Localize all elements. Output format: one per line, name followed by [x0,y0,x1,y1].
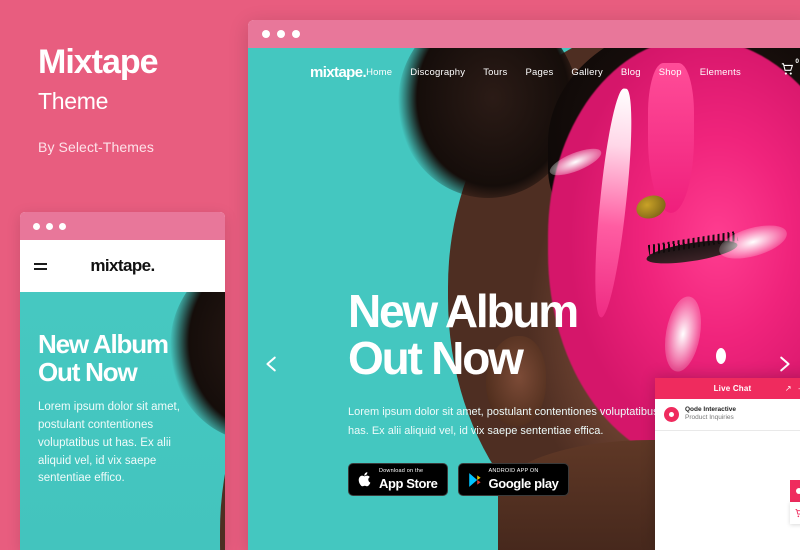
mobile-site-logo[interactable]: mixtape. [20,256,225,276]
nav-item-blog[interactable]: Blog [621,61,641,84]
mobile-hero-paragraph: Lorem ipsum dolor sit amet, postulant co… [38,401,180,485]
nav-item-discography[interactable]: Discography [410,61,465,84]
hero-app-badges: Download on the App Store ANDROID APP ON… [348,463,678,496]
promo-subtitle: Theme [38,87,109,114]
chevron-left-icon[interactable] [261,353,283,375]
live-chat-contact-row[interactable]: Qode Interactive Product Inquiries [655,399,800,431]
mobile-preview-window: mixtape. New Album Out Now Lorem ipsum d… [20,212,225,550]
hero-paragraph: Lorem ipsum dolor sit amet, postulant co… [348,405,659,437]
mobile-headline-line2: Out Now [38,357,138,388]
live-chat-actions: ↗ – [785,384,800,393]
window-dot-close[interactable] [262,30,270,38]
promo-author: By Select-Themes [38,138,154,155]
browser-titlebar [248,20,800,48]
badge-large-text: App Store [379,475,438,491]
live-chat-contact-subtitle: Product Inquiries [685,414,734,422]
mobile-site-header: mixtape. [20,240,225,292]
nav-icon-group: 0 [781,58,800,81]
cart-count-badge: 0 [795,58,799,65]
window-dot-maximize[interactable] [59,222,66,230]
hero-headline-line2: Out Now [348,332,524,385]
live-chat-body: Qode Interactive Product Inquiries [655,399,800,550]
page-title: Mixtape [38,43,159,81]
live-chat-title: Live Chat [713,384,752,393]
mobile-hero-text: New Album Out Now Lorem ipsum dolor sit … [38,330,215,488]
badge-large-text: Google play [488,475,559,491]
chat-bubble-icon[interactable] [790,480,800,502]
live-chat-widget: Live Chat ↗ – Qode Interactive Product I… [655,378,800,550]
avatar [664,406,679,422]
window-dot-maximize[interactable] [292,30,300,38]
mobile-hero: New Album Out Now Lorem ipsum dolor sit … [20,292,225,550]
google-play-icon [468,472,481,487]
browser-window: mixtape. Home Discography Tours Pages Ga… [248,20,800,550]
expand-icon[interactable]: ↗ [785,384,792,393]
app-store-badge[interactable]: Download on the App Store [348,463,448,496]
live-chat-header: Live Chat ↗ – [655,378,800,399]
site-navbar: mixtape. Home Discography Tours Pages Ga… [248,48,800,96]
promo-block: Mixtape Theme By Select-Themes [38,43,238,155]
nav-item-pages[interactable]: Pages [525,61,553,84]
nav-item-shop[interactable]: Shop [659,61,682,84]
hero-headline-line1: New Album [348,285,579,337]
nav-item-elements[interactable]: Elements [700,61,741,84]
window-dot-minimize[interactable] [46,222,53,230]
window-dot-close[interactable] [33,222,40,230]
live-chat-contact-name: Qode Interactive [685,406,736,413]
apple-icon [358,472,371,487]
floating-action-rail [790,480,800,524]
nav-item-home[interactable]: Home [366,61,392,84]
website-viewport: mixtape. Home Discography Tours Pages Ga… [248,48,800,550]
cart-icon[interactable] [790,502,800,524]
chevron-right-icon[interactable] [773,353,795,375]
hero-content: New Album Out Now Lorem ipsum dolor sit … [348,285,678,496]
site-logo[interactable]: mixtape. [310,64,367,81]
google-play-badge[interactable]: ANDROID APP ON Google play [457,463,569,496]
mobile-headline-line1: New Album [38,329,169,359]
mobile-titlebar [20,212,225,240]
cart-icon[interactable]: 0 [781,58,799,81]
nav-item-tours[interactable]: Tours [483,61,507,84]
badge-small-text: ANDROID APP ON [488,468,539,475]
nav-menu: Home Discography Tours Pages Gallery Blo… [366,58,800,84]
badge-small-text: Download on the [379,468,424,475]
nav-item-gallery[interactable]: Gallery [571,61,603,84]
window-dot-minimize[interactable] [277,30,285,38]
